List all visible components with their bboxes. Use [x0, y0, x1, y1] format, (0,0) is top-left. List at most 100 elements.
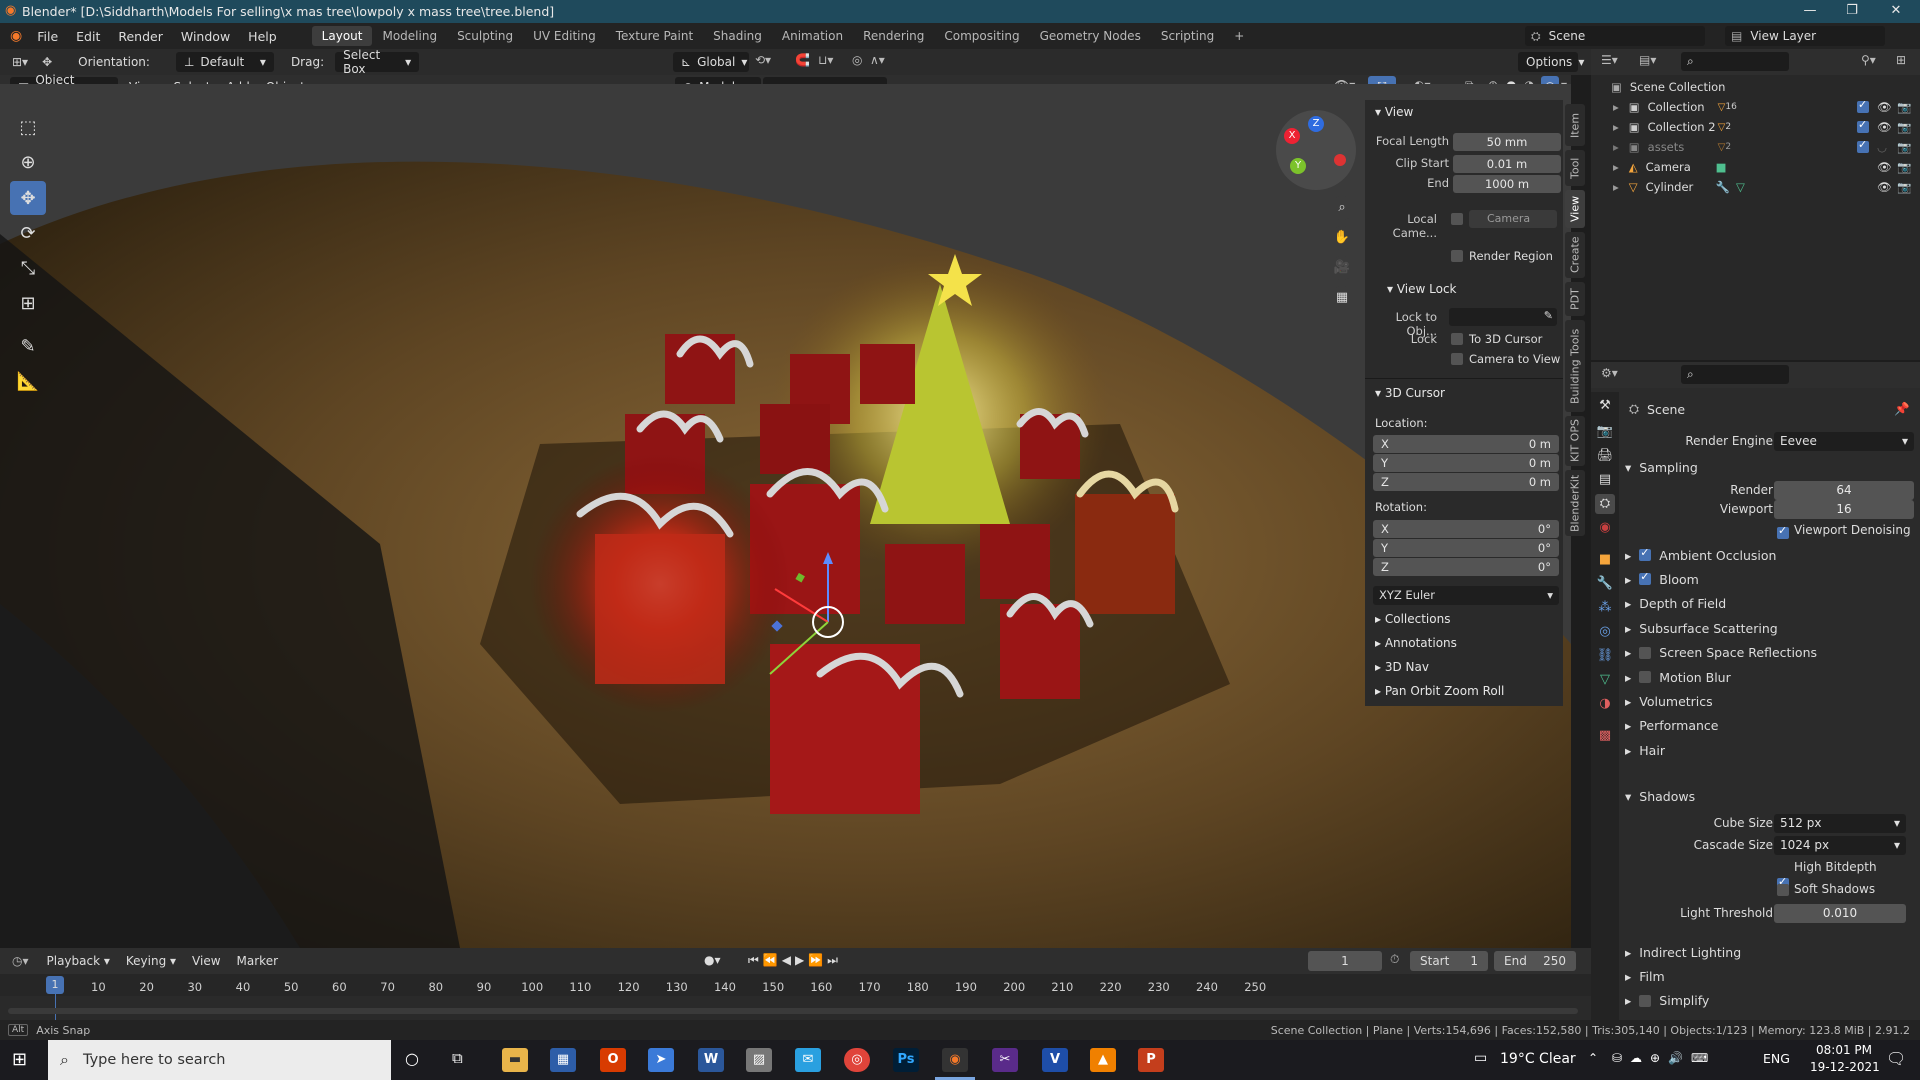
add-workspace-button[interactable]: +: [1224, 26, 1254, 46]
properties-editor-icon[interactable]: ⚙▾: [1601, 366, 1618, 380]
panel-header-film[interactable]: ▸ Film: [1619, 965, 1920, 987]
sidebar-tab-blenderkit[interactable]: BlenderKit: [1565, 470, 1585, 536]
cursor-location-x[interactable]: X0 m: [1373, 435, 1559, 453]
outliner-row-camera[interactable]: ▸ ◭ Camera ■ 👁 📷: [1591, 157, 1920, 177]
outliner-root-row[interactable]: ▣ Scene Collection: [1591, 77, 1920, 97]
perspective-toggle-icon[interactable]: ▦: [1330, 286, 1354, 310]
outliner-row-cylinder[interactable]: ▸ ▽ Cylinder 🔧 ▽ 👁 📷: [1591, 177, 1920, 197]
annotate-icon[interactable]: ✎: [10, 329, 46, 363]
eye-icon[interactable]: 👁: [1877, 120, 1892, 134]
panel-enable-checkbox[interactable]: [1639, 546, 1652, 561]
soft-shadows-checkbox[interactable]: [1777, 884, 1789, 896]
panel-header-motion-blur[interactable]: ▸ Motion Blur: [1619, 666, 1920, 688]
transform-icon[interactable]: ⊞: [10, 286, 46, 320]
cortana-icon[interactable]: ○: [405, 1049, 419, 1068]
v-icon[interactable]: V: [1042, 1048, 1068, 1072]
workspace-tab-animation[interactable]: Animation: [772, 26, 853, 46]
workspace-tab-scripting[interactable]: Scripting: [1151, 26, 1224, 46]
measure-icon[interactable]: 📐: [10, 364, 46, 398]
timeline-menu-keying[interactable]: Keying ▾: [118, 954, 184, 968]
mail-icon[interactable]: ✉: [795, 1048, 821, 1072]
outliner-editor-icon[interactable]: ☰▾: [1601, 53, 1618, 67]
panel-enable-checkbox[interactable]: [1639, 646, 1652, 659]
workspace-tab-compositing[interactable]: Compositing: [934, 26, 1029, 46]
panel-header-depth-of-field[interactable]: ▸ Depth of Field: [1619, 593, 1920, 615]
workspace-tab-shading[interactable]: Shading: [703, 26, 772, 46]
snipping-icon[interactable]: ✂: [992, 1048, 1018, 1072]
pivot-point-icon[interactable]: ⟲▾: [755, 53, 771, 67]
panel-header-screen-space-reflections[interactable]: ▸ Screen Space Reflections: [1619, 642, 1920, 664]
proportional-editing-icon[interactable]: ◎: [852, 53, 862, 67]
output-tab-icon[interactable]: 🖨: [1595, 446, 1615, 466]
workspace-tab-texture-paint[interactable]: Texture Paint: [606, 26, 703, 46]
expand-arrow-icon[interactable]: ▸: [1613, 140, 1619, 154]
chrome-icon[interactable]: ◎: [844, 1048, 870, 1072]
menu-file[interactable]: File: [28, 29, 67, 44]
outliner-row-assets[interactable]: ▸ ▣ assets ▽2 ◡ 📷: [1591, 137, 1920, 157]
pan-hand-icon[interactable]: ✋: [1330, 226, 1354, 250]
timeline-menu-marker[interactable]: Marker: [229, 954, 286, 968]
panel-header-simplify[interactable]: ▸ Simplify: [1619, 990, 1920, 1012]
camera-render-icon[interactable]: 📷: [1897, 100, 1911, 114]
falloff-icon[interactable]: ∧▾: [870, 53, 885, 67]
rotation-mode-dropdown[interactable]: XYZ Euler ▾: [1373, 586, 1559, 605]
expand-arrow-icon[interactable]: ▸: [1613, 160, 1619, 174]
render-engine-dropdown[interactable]: Eevee ▾: [1774, 432, 1914, 451]
sidebar-tab-tool[interactable]: Tool: [1565, 150, 1585, 186]
language-indicator[interactable]: ENG: [1763, 1051, 1790, 1066]
eye-icon[interactable]: 👁: [1877, 180, 1892, 194]
pan-orbit-zoom-section-header[interactable]: ▸ Pan Orbit Zoom Roll: [1375, 684, 1504, 698]
panel-header-subsurface-scattering[interactable]: ▸ Subsurface Scattering: [1619, 617, 1920, 639]
cursor-rotation-x[interactable]: X 0°: [1373, 520, 1559, 538]
3d-nav-section-header[interactable]: ▸ 3D Nav: [1375, 660, 1429, 674]
notification-icon[interactable]: 🗨: [1886, 1049, 1906, 1068]
panel-enable-checkbox[interactable]: [1639, 994, 1652, 1007]
transform-orientation-dropdown[interactable]: ⊾ Global ▾: [673, 52, 749, 72]
new-collection-icon[interactable]: ⊞: [1896, 53, 1906, 67]
view-lock-header[interactable]: ▾ View Lock: [1387, 282, 1457, 296]
render-samples-field[interactable]: 64: [1774, 481, 1914, 500]
clock-time[interactable]: 08:01 PM: [1816, 1043, 1872, 1057]
render-tab-icon[interactable]: 📷: [1595, 422, 1615, 442]
cursor-rotation-z[interactable]: Z 0°: [1373, 558, 1559, 576]
sidebar-tab-item[interactable]: Item: [1565, 104, 1585, 146]
cursor-icon[interactable]: ⊕: [10, 145, 46, 179]
expand-arrow-icon[interactable]: ▸: [1613, 120, 1619, 134]
outliner-row-collection-2[interactable]: ▸ ▣ Collection 2 ▽2 👁 📷: [1591, 117, 1920, 137]
workspace-tab-uv-editing[interactable]: UV Editing: [523, 26, 606, 46]
blender-icon[interactable]: ◉: [942, 1048, 968, 1072]
close-button[interactable]: ✕: [1874, 0, 1918, 23]
menu-window[interactable]: Window: [172, 29, 239, 44]
minimize-button[interactable]: —: [1788, 0, 1832, 23]
scene-tab-icon[interactable]: ⛭: [1595, 494, 1615, 514]
texture-tab-icon[interactable]: ▩: [1595, 726, 1615, 746]
tool-tab-icon[interactable]: ⚒: [1595, 396, 1615, 416]
camera-render-icon[interactable]: 📷: [1897, 140, 1911, 154]
3d-viewport[interactable]: ⬚ ⊕ ✥ ⟳ ⤡ ⊞ ✎ 📐 X Z Y ⌕ ✋ 🎥 ▦: [0, 84, 1571, 948]
lock-to-object-field[interactable]: ✎: [1449, 308, 1557, 326]
camera-render-icon[interactable]: 📷: [1897, 180, 1911, 194]
axis-x-icon[interactable]: X: [1284, 128, 1300, 144]
focal-length-field[interactable]: 50 mm: [1453, 133, 1561, 151]
constraints-tab-icon[interactable]: ⛓: [1595, 646, 1615, 666]
local-camera-checkbox[interactable]: [1451, 213, 1463, 225]
sidebar-tab-create[interactable]: Create: [1565, 232, 1585, 278]
camera-view-icon[interactable]: 🎥: [1330, 256, 1354, 280]
vlc-icon[interactable]: ▲: [1090, 1048, 1116, 1072]
clock-icon[interactable]: ⏱: [1390, 952, 1399, 967]
particles-tab-icon[interactable]: ⁂: [1595, 598, 1615, 618]
move-icon[interactable]: ✥: [10, 181, 46, 215]
pin-icon[interactable]: 📌: [1894, 401, 1910, 417]
panel-enable-checkbox[interactable]: [1639, 671, 1652, 683]
panel-header-ambient-occlusion[interactable]: ▸ Ambient Occlusion: [1619, 544, 1920, 566]
viewport-samples-field[interactable]: 16: [1774, 500, 1914, 519]
sidebar-tab-pdt[interactable]: PDT: [1565, 282, 1585, 316]
chevron-up-icon[interactable]: ⌃: [1588, 1051, 1598, 1065]
zoom-icon[interactable]: ⌕: [1330, 196, 1354, 220]
weather-text[interactable]: 19°C Clear: [1500, 1051, 1576, 1067]
data-tab-icon[interactable]: ▽: [1595, 670, 1615, 690]
editor-type-icon[interactable]: ⊞▾: [12, 55, 28, 69]
word-icon[interactable]: W: [698, 1048, 724, 1072]
physics-tab-icon[interactable]: ◎: [1595, 622, 1615, 642]
outliner-search-field[interactable]: ⌕: [1681, 52, 1789, 71]
